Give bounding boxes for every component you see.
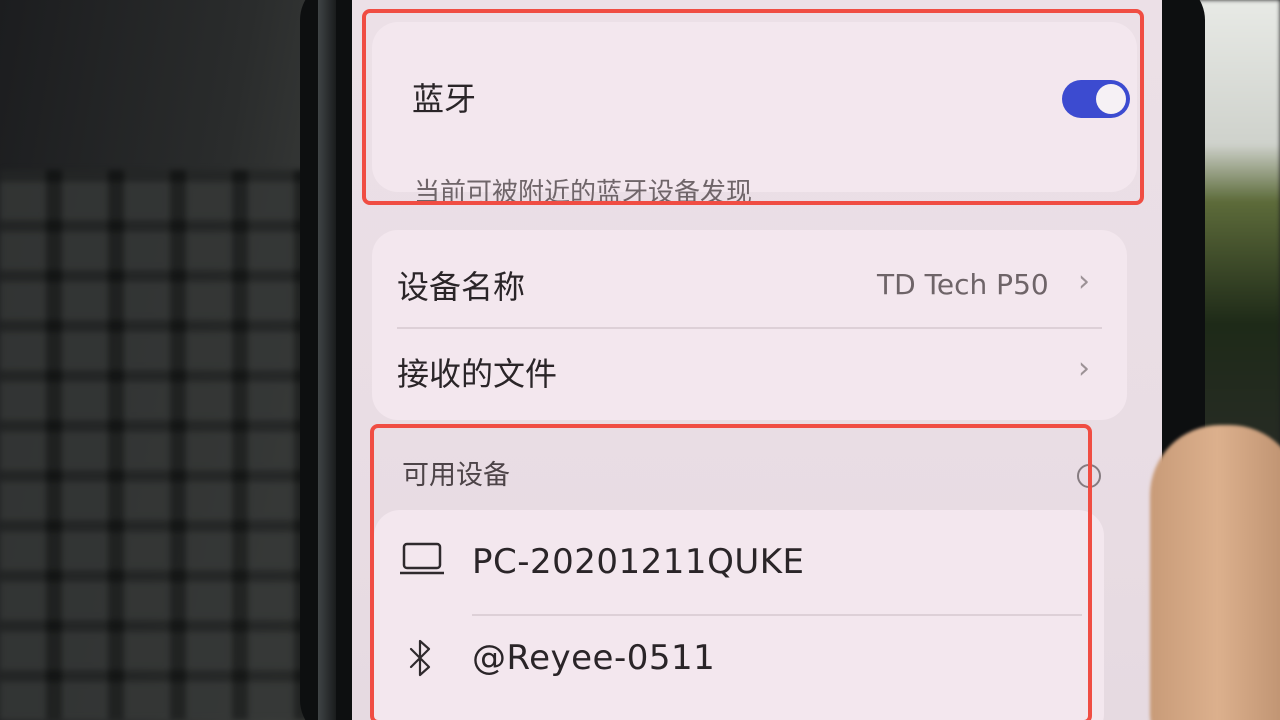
phone-edge [318,0,336,720]
highlight-box-bluetooth [362,9,1144,205]
chevron-right-icon: › [1078,264,1090,299]
received-files-label: 接收的文件 [397,355,558,393]
finger [1150,425,1280,720]
highlight-box-available-devices [370,424,1092,720]
background-keyboard [0,170,330,720]
device-name-label: 设备名称 [397,268,526,306]
device-name-row[interactable]: 设备名称 TD Tech P50 › [372,230,1127,325]
received-files-row[interactable]: 接收的文件 › [372,329,1127,420]
photo-scene: 蓝牙 当前可被附近的蓝牙设备发现 设备名称 TD Tech P50 › 接收的文… [0,0,1280,720]
bluetooth-settings-card: 设备名称 TD Tech P50 › 接收的文件 › [372,230,1127,420]
device-name-value: TD Tech P50 [877,268,1049,301]
chevron-right-icon: › [1078,351,1090,386]
